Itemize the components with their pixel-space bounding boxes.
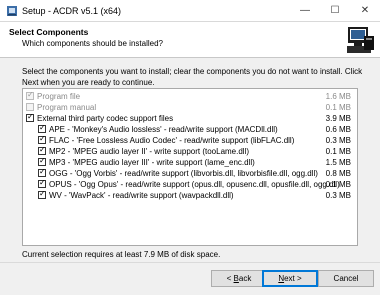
component-item[interactable]: ✓ OPUS - 'Ogg Opus' - read/write support … — [23, 178, 357, 190]
title-bar: Setup - ACDR v5.1 (x64) — ☐ ✕ — [0, 0, 380, 22]
checkmark-icon: ✓ — [39, 123, 46, 132]
checkmark-icon: ✓ — [39, 178, 46, 187]
component-checkbox: ✓ — [26, 90, 34, 100]
component-item[interactable]: ✓ FLAC - 'Free Lossless Audio Codec' - re… — [23, 134, 357, 146]
component-checkbox[interactable]: ✓ — [38, 178, 46, 188]
component-item: Program manual 0.1 MB — [23, 102, 357, 113]
instructions-text: Select the components you want to instal… — [22, 67, 363, 87]
component-size: 0.8 MB — [325, 169, 351, 178]
close-button[interactable]: ✕ — [350, 0, 380, 22]
wizard-header: Select Components Which components shoul… — [0, 22, 380, 58]
component-size: 0.6 MB — [325, 125, 351, 134]
component-label: OPUS - 'Ogg Opus' - read/write support (… — [49, 180, 340, 189]
component-size: 3.9 MB — [325, 114, 351, 123]
component-label: OGG - 'Ogg Vorbis' - read/write support … — [49, 169, 318, 178]
component-label: WV - 'WavPack' - read/write support (wav… — [49, 191, 234, 200]
back-button[interactable]: < Back — [211, 270, 267, 287]
component-item[interactable]: ✓ MP3 - 'MPEG audio layer III' - write su… — [23, 156, 357, 168]
component-size: 0.3 MB — [325, 136, 351, 145]
page-title: Select Components — [9, 27, 89, 37]
component-checkbox — [26, 103, 34, 111]
component-checkbox[interactable]: ✓ — [38, 123, 46, 133]
checkmark-icon: ✓ — [39, 167, 46, 176]
component-checkbox[interactable]: ✓ — [38, 189, 46, 199]
component-label: MP2 - 'MPEG audio layer II' - write supp… — [49, 147, 250, 156]
component-label: Program manual — [37, 103, 97, 112]
checkmark-icon: ✓ — [39, 145, 46, 154]
component-label: Program file — [37, 92, 81, 101]
component-label: FLAC - 'Free Lossless Audio Codec' - rea… — [49, 136, 295, 145]
checkmark-icon: ✓ — [39, 156, 46, 165]
minimize-button[interactable]: — — [290, 0, 320, 22]
component-size: 0.1 MB — [325, 180, 351, 189]
component-label: MP3 - 'MPEG audio layer III' - write sup… — [49, 158, 255, 167]
component-item: ✓ Program file 1.6 MB — [23, 90, 357, 102]
disk-space-status: Current selection requires at least 7.9 … — [22, 250, 221, 259]
component-item[interactable]: ✓ APE - 'Monkey's Audio lossless' - read/… — [23, 123, 357, 135]
component-checkbox[interactable]: ✓ — [38, 167, 46, 177]
component-checkbox[interactable]: ✓ — [26, 112, 34, 122]
component-checkbox[interactable]: ✓ — [38, 145, 46, 155]
component-checkbox[interactable]: ✓ — [38, 156, 46, 166]
checkmark-icon: ✓ — [39, 189, 46, 198]
page-subtitle: Which components should be installed? — [22, 39, 163, 48]
window-title: Setup - ACDR v5.1 (x64) — [22, 6, 122, 16]
components-list[interactable]: ✓ Program file 1.6 MB Program manual 0.1 MB ✓… — [22, 88, 358, 246]
component-item[interactable]: ✓ External third party codec support file… — [23, 112, 357, 124]
checkmark-icon: ✓ — [27, 112, 34, 121]
maximize-button[interactable]: ☐ — [320, 0, 350, 22]
computer-installer-icon — [347, 27, 374, 53]
component-item[interactable]: ✓ MP2 - 'MPEG audio layer II' - write sup… — [23, 145, 357, 157]
component-item[interactable]: ✓ OGG - 'Ogg Vorbis' - read/write support… — [23, 167, 357, 179]
component-label: External third party codec support files — [37, 114, 174, 123]
component-size: 0.1 MB — [325, 147, 351, 156]
checkmark-icon: ✓ — [27, 90, 34, 99]
component-size: 0.3 MB — [325, 191, 351, 200]
component-size: 1.6 MB — [325, 92, 351, 101]
component-size: 1.5 MB — [325, 158, 351, 167]
component-size: 0.1 MB — [325, 103, 351, 112]
setup-app-icon — [7, 6, 17, 16]
checkmark-icon: ✓ — [39, 134, 46, 143]
next-button[interactable]: Next > — [262, 270, 318, 287]
component-label: APE - 'Monkey's Audio lossless' - read/w… — [49, 125, 278, 134]
component-checkbox[interactable]: ✓ — [38, 134, 46, 144]
cancel-button[interactable]: Cancel — [318, 270, 374, 287]
component-item[interactable]: ✓ WV - 'WavPack' - read/write support (wa… — [23, 189, 357, 201]
